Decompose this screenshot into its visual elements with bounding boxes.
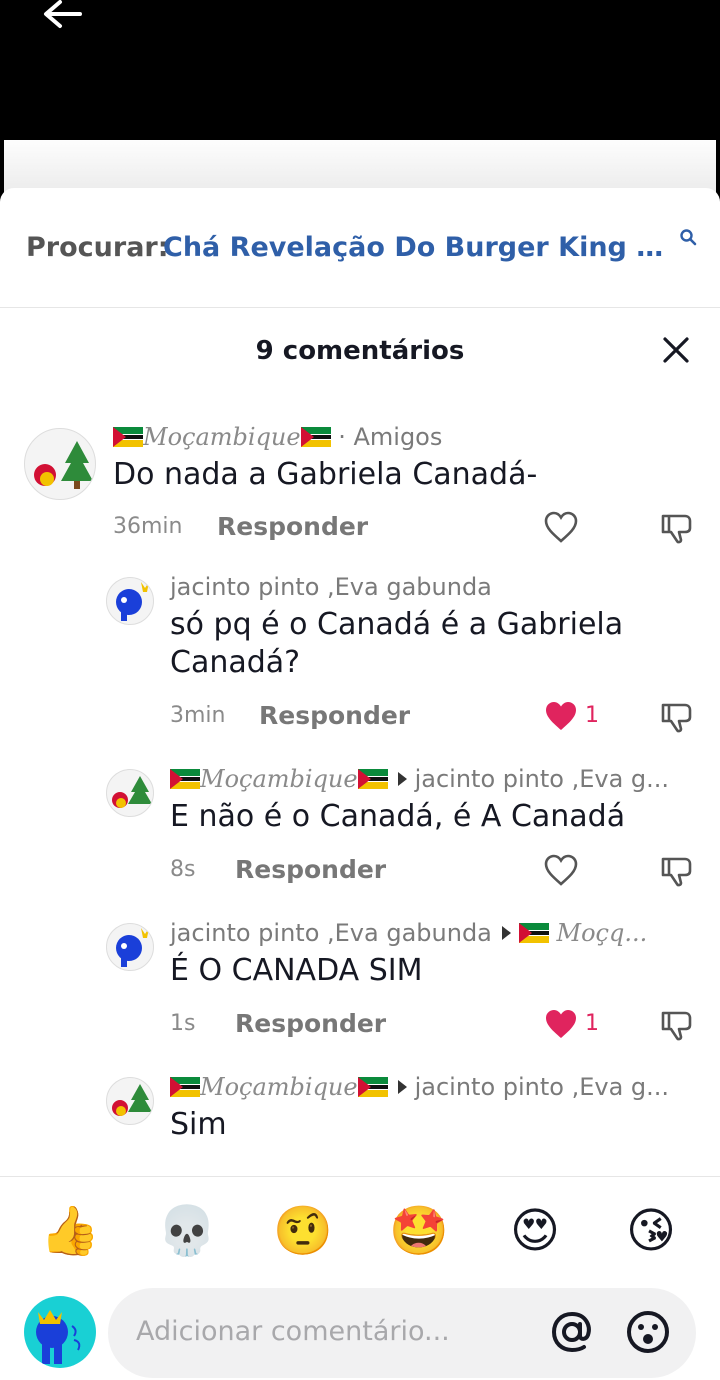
comment-time: 1s <box>170 1011 196 1036</box>
reply-arrow-icon <box>397 1080 407 1094</box>
like-count: 1 <box>585 1011 599 1036</box>
comment-input-placeholder: Adicionar comentário... <box>136 1316 450 1347</box>
comments-count: 9 comentários <box>255 336 465 366</box>
comment-author[interactable]: Moçambique jacinto pinto ,Eva g... <box>170 765 669 793</box>
mozambique-flag-icon <box>170 1077 200 1097</box>
heart-icon[interactable] <box>543 853 579 889</box>
comment-input[interactable]: Adicionar comentário... <box>108 1288 696 1378</box>
mozambique-flag-icon <box>113 427 143 447</box>
search-query-link[interactable]: Chá Revelação Do Burger King E Nada Mais <box>163 232 673 263</box>
avatar[interactable] <box>106 769 154 817</box>
back-arrow-icon[interactable] <box>40 0 84 36</box>
blue-character-icon <box>116 928 149 967</box>
comment-item: Moçambique · Amigos Do nada a Gabriela C… <box>0 418 720 568</box>
avatar[interactable] <box>24 428 96 500</box>
like-count: 1 <box>585 703 599 728</box>
avatar[interactable] <box>106 923 154 971</box>
emoji-skull[interactable]: 💀 <box>157 1201 217 1261</box>
comment-item: jacinto pinto ,Eva gabunda só pq é o Can… <box>0 573 720 758</box>
comment-author[interactable]: Moçambique jacinto pinto ,Eva g... <box>170 1073 669 1101</box>
comment-item: Moçambique jacinto pinto ,Eva g... E não … <box>0 765 720 905</box>
dislike-icon[interactable] <box>659 853 695 889</box>
my-avatar[interactable] <box>24 1296 96 1368</box>
christmas-tree-icon <box>112 776 152 808</box>
comment-author[interactable]: jacinto pinto ,Eva gabunda Moçq... <box>170 919 647 947</box>
search-suggestion[interactable]: Procurar: Chá Revelação Do Burger King E… <box>0 188 720 308</box>
avatar[interactable] <box>106 577 154 625</box>
emoji-icon[interactable] <box>624 1308 672 1356</box>
dislike-icon[interactable] <box>659 510 695 546</box>
mozambique-flag-icon <box>357 769 388 789</box>
dislike-icon[interactable] <box>659 1007 695 1043</box>
reply-button[interactable]: Responder <box>235 1009 386 1038</box>
comment-author[interactable]: Moçambique · Amigos <box>113 423 442 451</box>
mozambique-flag-icon <box>518 923 549 943</box>
comment-text: Do nada a Gabriela Canadá- <box>113 457 538 492</box>
reply-button[interactable]: Responder <box>259 701 410 730</box>
comment-text: E não é o Canadá, é A Canadá <box>170 799 626 834</box>
comment-author[interactable]: jacinto pinto ,Eva gabunda <box>170 573 492 601</box>
search-label: Procurar: <box>26 232 169 263</box>
heart-icon[interactable] <box>543 1007 579 1043</box>
mozambique-flag-icon <box>300 427 331 447</box>
comment-item: jacinto pinto ,Eva gabunda Moçq... É O C… <box>0 919 720 1059</box>
at-icon[interactable] <box>548 1308 596 1356</box>
emoji-heart-eyes[interactable]: 😍 <box>505 1201 565 1261</box>
comment-composer: Adicionar comentário... <box>0 1276 720 1380</box>
mozambique-flag-icon <box>357 1077 388 1097</box>
close-icon[interactable] <box>660 334 692 366</box>
emoji-kiss[interactable]: 😘 <box>621 1201 681 1261</box>
avatar[interactable] <box>106 1077 154 1125</box>
comment-text: só pq é o Canadá é a Gabriela Canadá? <box>170 607 624 680</box>
comment-time: 8s <box>170 857 196 882</box>
search-icon[interactable] <box>679 228 697 246</box>
blue-character-icon <box>36 1310 81 1364</box>
comment-time: 3min <box>170 703 226 728</box>
heart-icon[interactable] <box>543 699 579 735</box>
reply-arrow-icon <box>397 772 407 786</box>
comment-item: Moçambique jacinto pinto ,Eva g... Sim <box>0 1073 720 1176</box>
dislike-icon[interactable] <box>659 699 695 735</box>
christmas-tree-icon <box>34 441 93 489</box>
comment-text: Sim <box>170 1107 227 1142</box>
emoji-star-struck[interactable]: 🤩 <box>389 1201 449 1261</box>
mozambique-flag-icon <box>170 769 200 789</box>
comment-text: É O CANADA SIM <box>170 953 423 988</box>
comment-time: 36min <box>113 514 183 539</box>
reply-button[interactable]: Responder <box>217 512 368 541</box>
christmas-tree-icon <box>112 1084 152 1116</box>
blue-character-icon <box>116 582 149 621</box>
comments-sheet: Procurar: Chá Revelação Do Burger King E… <box>0 188 720 1380</box>
reply-button[interactable]: Responder <box>235 855 386 884</box>
reply-arrow-icon <box>501 926 511 940</box>
comment-list[interactable]: Moçambique · Amigos Do nada a Gabriela C… <box>0 418 720 1176</box>
emoji-thumbs-up[interactable]: 👍 <box>40 1201 100 1261</box>
top-bar <box>0 0 720 140</box>
quick-emoji-bar: 👍 💀 🤨 🤩 😍 😘 <box>0 1176 720 1277</box>
emoji-raised-eyebrow[interactable]: 🤨 <box>273 1201 333 1261</box>
heart-icon[interactable] <box>543 510 579 546</box>
